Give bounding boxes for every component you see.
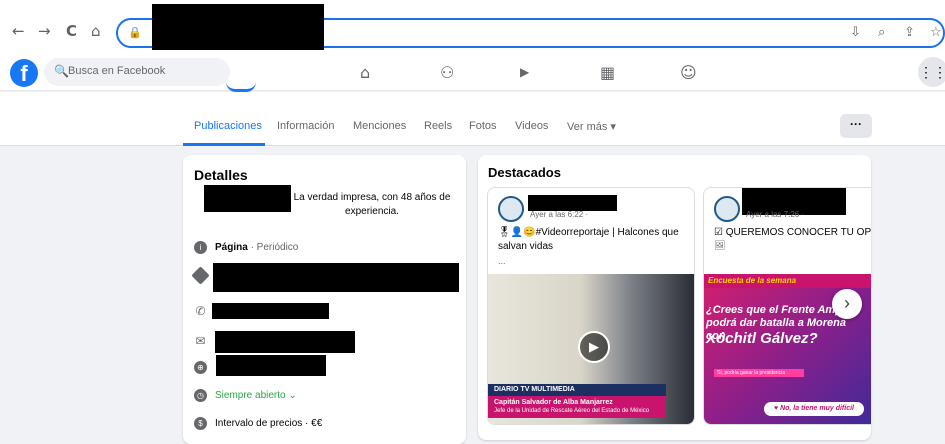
redacted-page-name	[528, 195, 617, 211]
post-text: ☑ QUEREMOS CONOCER TU OPINI	[714, 227, 871, 238]
avatar[interactable]	[714, 196, 740, 222]
tab-publicaciones[interactable]: Publicaciones	[194, 120, 262, 132]
browser-toolbar: ← → C ⌂ 🔒 ⇩ ⌕ ⇪ ☆	[0, 0, 945, 53]
marketplace-nav-icon[interactable]: ▦	[600, 63, 615, 82]
watch-nav-icon[interactable]: ▶	[520, 65, 529, 79]
details-card: Detalles La verdad impresa, con 48 años …	[183, 155, 466, 444]
featured-title: Destacados	[488, 165, 561, 180]
video-caption-sub: Jefe de la Unidad de Rescate Aéreo del E…	[494, 408, 650, 414]
email-icon: ✉	[195, 334, 206, 348]
tab-videos[interactable]: Videos	[515, 120, 548, 132]
banner-option: Sí, podría ganar la presidencia	[714, 369, 804, 377]
price-icon: $	[194, 417, 207, 430]
home-nav-icon[interactable]: ⌂	[360, 63, 370, 82]
zoom-icon[interactable]: ⌕	[878, 25, 885, 40]
redacted-url	[152, 4, 324, 50]
featured-card: Destacados Ayer a las 6:22 · 🎖👤😊#Videorr…	[478, 155, 871, 440]
profile-tabs: Publicaciones Información Menciones Reel…	[0, 92, 945, 146]
forward-icon[interactable]: →	[38, 22, 51, 40]
banner-footer: ♥ No, la tiene muy difícil	[764, 402, 864, 416]
menu-grid-icon[interactable]: ⋮⋮	[918, 57, 945, 87]
price-range: Intervalo de precios · €€	[215, 418, 323, 429]
video-caption-top: DIARIO TV MULTIMEDIA	[488, 384, 666, 396]
category-label: Página	[215, 242, 248, 253]
video-thumbnail[interactable]: ▶ DIARIO TV MULTIMEDIA Capitán Salvador …	[488, 274, 694, 424]
facebook-header: f 🔍 Busca en Facebook ⌂ ⚇ ▶ ▦ ☺ ⋮⋮	[0, 53, 945, 91]
phone-icon: ✆	[195, 304, 206, 318]
install-icon[interactable]: ⇩	[850, 25, 861, 40]
groups-nav-icon[interactable]: ☺	[680, 63, 697, 82]
search-placeholder: Busca en Facebook	[68, 65, 166, 77]
tab-fotos[interactable]: Fotos	[469, 120, 497, 132]
clock-icon: ◷	[194, 389, 207, 402]
post-ellipsis: ...	[498, 256, 506, 266]
carousel-next-button[interactable]: ›	[832, 289, 862, 319]
tab-menciones[interactable]: Menciones	[353, 120, 406, 132]
friends-nav-icon[interactable]: ⚇	[440, 63, 454, 82]
post-timestamp[interactable]: Ayer a las 6:22 ·	[530, 210, 588, 219]
share-icon[interactable]: ⇪	[904, 25, 915, 40]
redacted-address	[213, 263, 459, 292]
home-icon[interactable]: ⌂	[91, 22, 101, 40]
location-icon	[191, 266, 210, 285]
featured-post[interactable]: Ayer a las 6:22 · 🎖👤😊#Videorreportaje | …	[487, 187, 695, 425]
active-tab-indicator	[183, 143, 265, 146]
chevron-down-icon: ⌄	[288, 390, 297, 401]
category-value: · Periódico	[247, 242, 299, 253]
avatar[interactable]	[498, 196, 524, 222]
redacted-website	[216, 355, 326, 376]
hours-text: Siempre abierto	[215, 390, 286, 401]
facebook-logo[interactable]: f	[10, 59, 38, 87]
video-caption: Capitán Salvador de Alba Manjarrez Jefe …	[488, 396, 666, 418]
address-bar[interactable]: 🔒 ⇩ ⌕ ⇪ ☆	[116, 4, 945, 50]
video-caption-name: Capitán Salvador de Alba Manjarrez	[494, 399, 613, 406]
post-timestamp[interactable]: Ayer a las 7:26 ·	[746, 210, 804, 219]
page-intro: La verdad impresa, con 48 años de experi…	[293, 192, 451, 217]
banner-name: Xóchitl Gálvez?	[706, 330, 818, 347]
info-icon: i	[194, 241, 207, 254]
search-icon: 🔍	[54, 64, 69, 78]
tab-ver-mas[interactable]: Ver más ▾	[567, 120, 616, 133]
redacted-email	[215, 331, 355, 353]
hours-status[interactable]: Siempre abierto ⌄	[215, 390, 297, 401]
redacted-phone	[212, 303, 329, 319]
details-title: Detalles	[194, 167, 248, 183]
back-icon[interactable]: ←	[12, 22, 25, 40]
play-icon[interactable]: ▶	[578, 331, 610, 363]
lock-icon: 🔒	[128, 27, 142, 39]
bookmark-star-icon[interactable]: ☆	[930, 25, 942, 40]
website-globe-icon: ⊕	[194, 361, 207, 374]
more-options-button[interactable]: ···	[840, 114, 872, 138]
reload-icon[interactable]: C	[66, 22, 77, 40]
tab-reels[interactable]: Reels	[424, 120, 452, 132]
banner-heading: Encuesta de la semana	[704, 274, 871, 288]
search-input[interactable]: 🔍 Busca en Facebook	[44, 58, 230, 86]
category-row: Página · Periódico	[215, 242, 298, 253]
image-icon: 🖼	[714, 240, 726, 250]
redacted-text	[204, 185, 291, 212]
post-text: 🎖👤😊#Videorreportaje | Halcones que salva…	[498, 227, 679, 252]
tab-informacion[interactable]: Información	[277, 120, 334, 132]
